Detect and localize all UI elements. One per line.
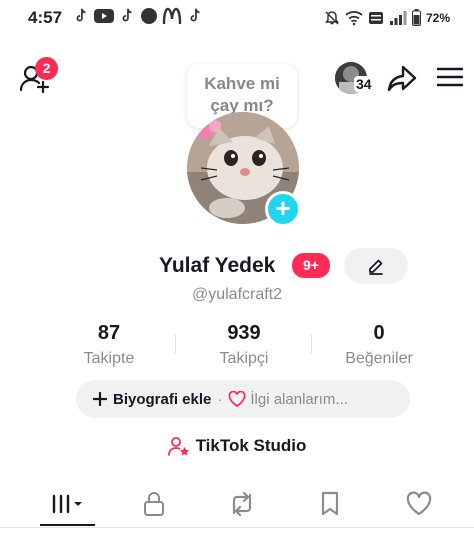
heart-icon (228, 391, 246, 407)
heart-icon (406, 491, 432, 516)
youtube-icon (94, 9, 114, 23)
signal-icon (389, 10, 407, 25)
tiktok-icon (190, 8, 200, 22)
studio-user-star-icon (167, 437, 189, 456)
stat-divider (311, 334, 312, 354)
note-line-1: Kahve mi (204, 74, 280, 93)
edit-profile-button[interactable] (344, 248, 408, 284)
plus-icon: + (275, 193, 291, 223)
plus-icon (93, 392, 107, 406)
mcdonalds-icon (162, 7, 182, 25)
mute-icon (324, 10, 339, 25)
stat-likes-label: Beğeniler (345, 350, 413, 367)
bio-separator: · (217, 390, 223, 408)
stat-following-value: 87 (97, 322, 121, 344)
tab-favorites[interactable] (300, 482, 360, 526)
add-bio-button[interactable]: Biyografi ekle (113, 391, 211, 408)
share-arrow-icon (387, 65, 417, 92)
repost-icon (232, 491, 252, 517)
story-count: 34 (354, 76, 374, 92)
volte-icon (368, 11, 383, 24)
system-status-icons: 72% (324, 9, 450, 26)
stat-likes[interactable]: 0 Beğeniler (319, 322, 439, 368)
add-story-button[interactable]: + (265, 191, 301, 227)
interests-button[interactable]: İlgi alanlarım... (250, 391, 348, 408)
tabs-divider (0, 527, 474, 528)
notification-badge[interactable]: 9+ (292, 253, 330, 278)
share-button[interactable] (385, 62, 419, 94)
stat-followers-value: 939 (227, 322, 261, 344)
tiktok-icon (76, 8, 86, 22)
pencil-icon (369, 259, 383, 275)
stat-likes-value: 0 (373, 322, 385, 344)
tiktok-studio-link[interactable]: TikTok Studio (0, 436, 474, 456)
active-tab-indicator (40, 524, 95, 526)
stat-following[interactable]: 87 Takipte (49, 322, 169, 368)
stat-following-label: Takipte (83, 350, 135, 367)
tiktok-icon (122, 8, 132, 22)
stat-divider (175, 334, 176, 354)
bookmark-icon (321, 491, 339, 516)
tab-liked[interactable] (389, 482, 449, 526)
battery-percent: 72% (425, 10, 450, 25)
menu-button[interactable] (436, 66, 464, 88)
status-time: 4:57 (28, 8, 63, 27)
tab-videos[interactable] (38, 482, 98, 526)
add-friends-badge: 2 (35, 57, 58, 80)
display-name: Yulaf Yedek (159, 254, 276, 277)
notification-icons (72, 7, 204, 25)
tiktok-studio-label: TikTok Studio (195, 436, 307, 455)
tab-reposts[interactable] (212, 482, 272, 526)
record-icon (141, 8, 157, 24)
bio-row: Biyografi ekle · İlgi alanlarım... (76, 380, 410, 418)
stat-followers-label: Takipçi (219, 350, 269, 367)
hamburger-icon (436, 67, 464, 87)
grid-icon (52, 494, 82, 514)
content-tabs (0, 482, 474, 526)
battery-icon (411, 9, 421, 26)
username: @yulafcraft2 (191, 286, 283, 303)
stat-followers[interactable]: 939 Takipçi (184, 322, 304, 368)
wifi-icon (345, 10, 363, 25)
tab-private[interactable] (124, 482, 184, 526)
lock-icon (144, 492, 164, 516)
